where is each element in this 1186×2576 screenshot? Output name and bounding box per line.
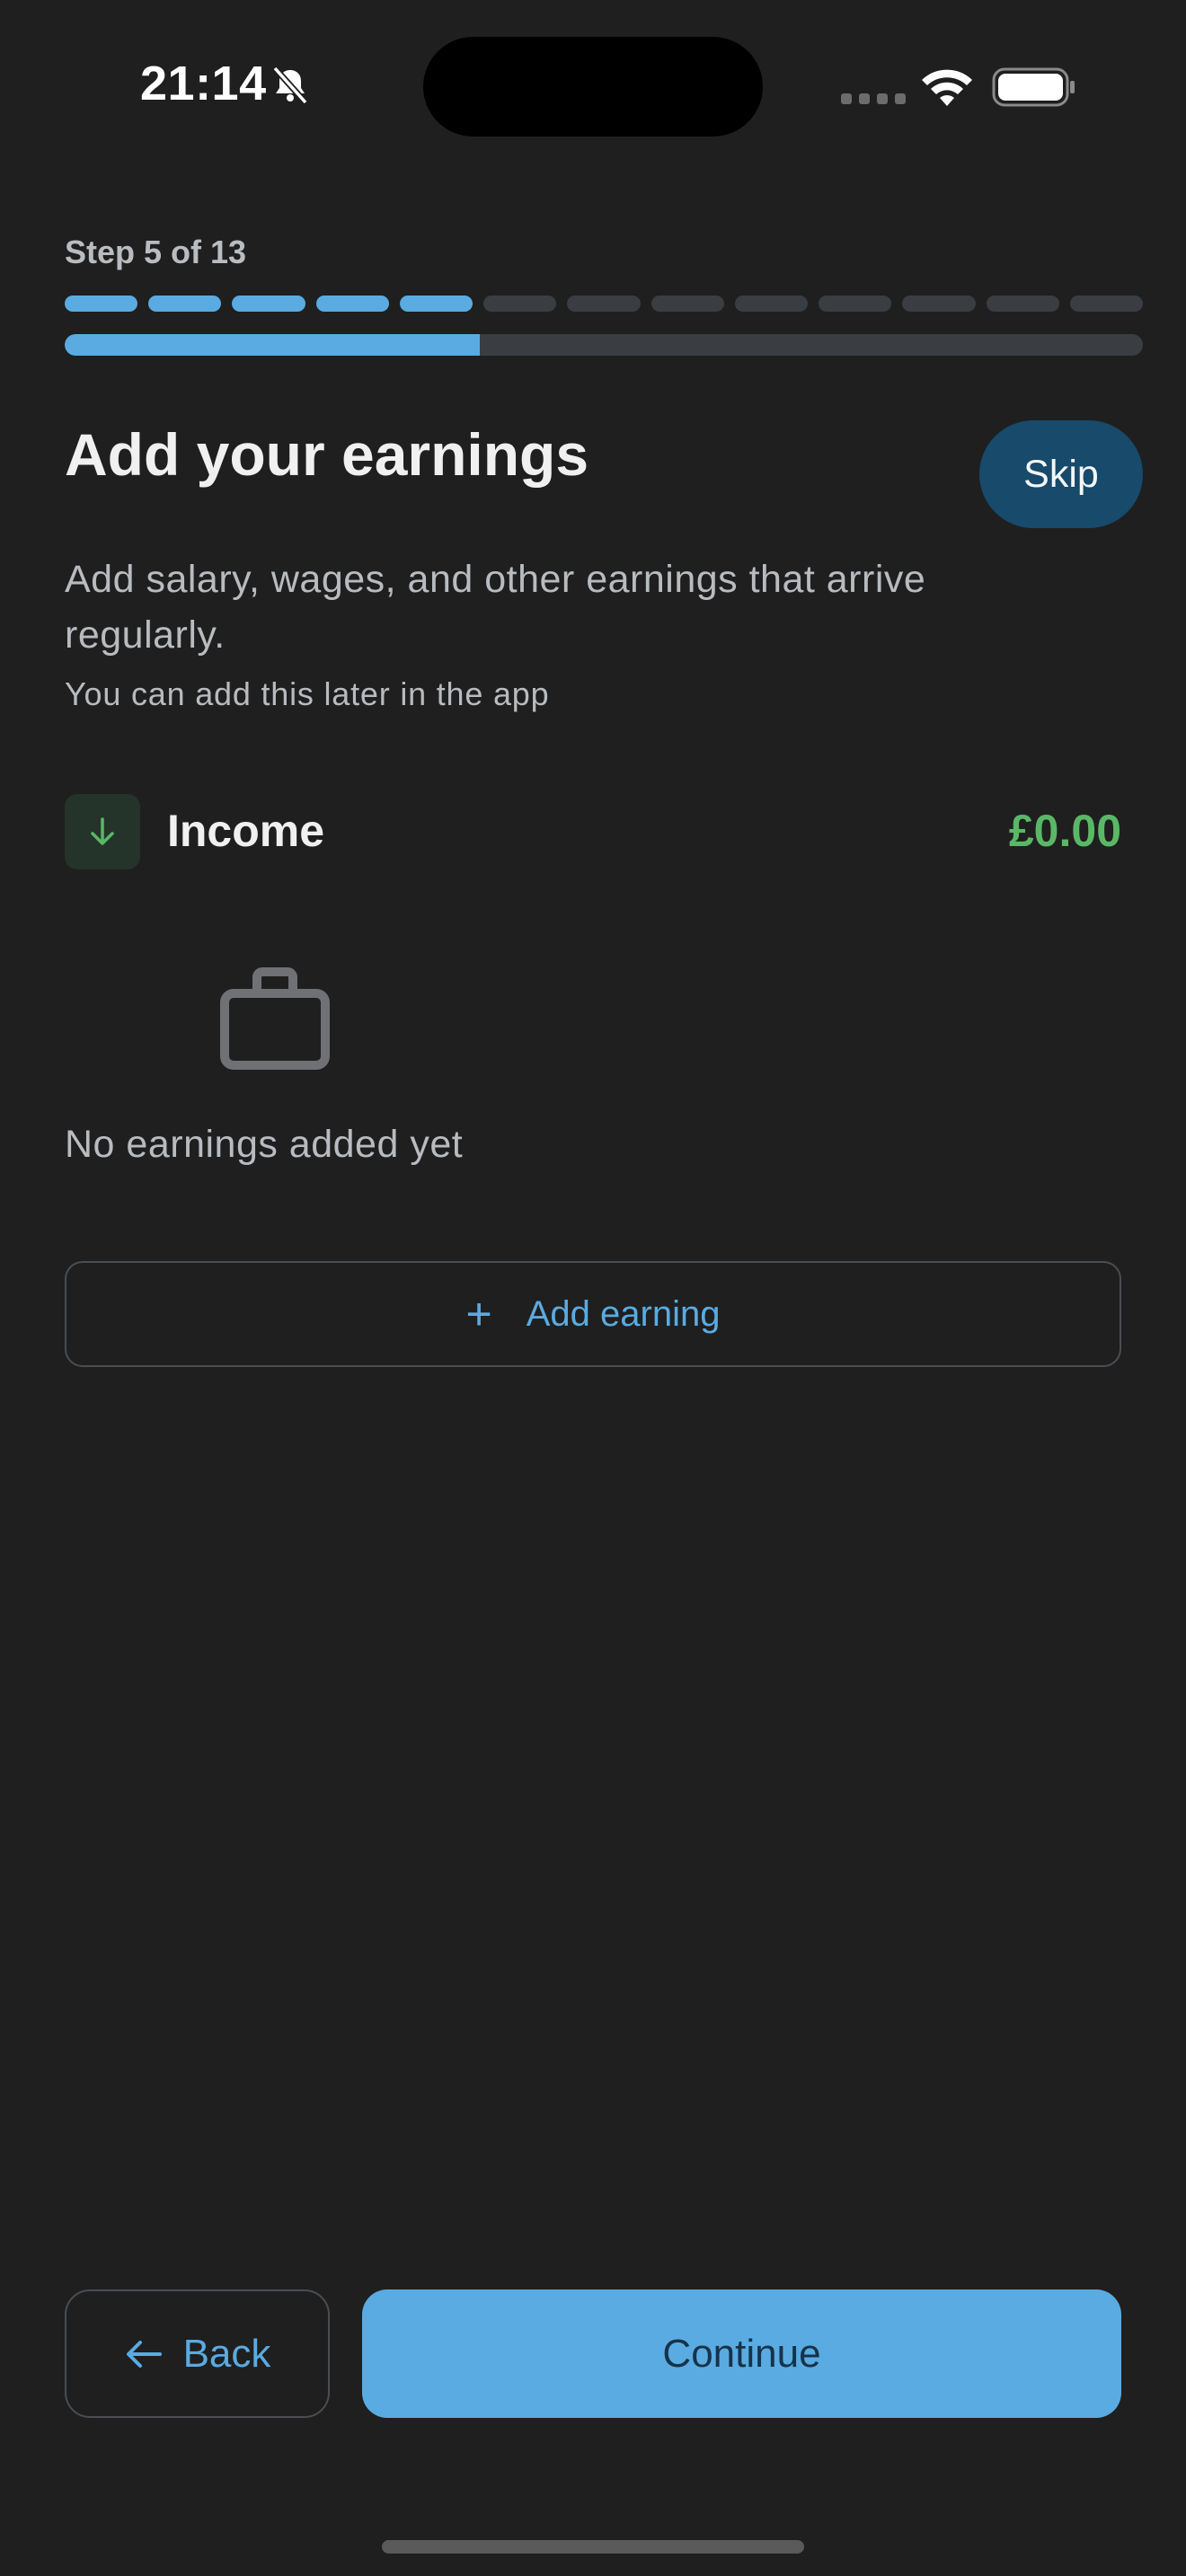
income-amount: £0.00 [1008,806,1121,856]
step-segment [483,296,557,312]
wifi-icon [922,69,972,106]
plus-icon: + [465,1289,492,1339]
add-earning-button[interactable]: + Add earning [65,1261,1121,1367]
description: Add salary, wages, and other earnings th… [65,558,926,657]
home-indicator [382,2540,804,2554]
step-segment [986,296,1059,312]
step-segment [65,296,138,312]
step-segment [734,296,809,312]
income-icon-badge [65,794,140,869]
step-segment [819,296,892,312]
step-segment [1069,296,1144,312]
continue-button[interactable]: Continue [362,2289,1121,2418]
arrow-left-icon [126,2340,162,2368]
income-label: Income [167,806,325,856]
status-time: 21:14 [140,57,267,110]
progress-fill [65,334,480,356]
step-segment [902,296,976,312]
step-segment [148,296,222,312]
battery-icon [992,67,1075,107]
dynamic-island [423,37,763,137]
empty-state-text: No earnings added yet [65,1123,464,1166]
step-segment [232,296,305,312]
step-segment [399,296,474,312]
back-button[interactable]: Back [65,2289,330,2418]
bell-slash-icon [272,66,308,105]
skip-button[interactable]: Skip [979,420,1143,528]
arrow-down-icon [91,817,114,845]
briefcase-icon [220,967,330,1070]
step-segment [651,296,724,312]
back-label: Back [182,2331,271,2376]
step-segment [567,296,641,312]
step-label: Step 5 of 13 [65,234,247,270]
progress-bar [65,334,1143,356]
add-earning-label: Add earning [526,1293,721,1334]
step-segment [315,296,389,312]
step-segments [65,296,1144,312]
cellular-signal-icon [841,93,906,104]
hint-text: You can add this later in the app [65,675,550,712]
page-title: Add your earnings [65,421,589,488]
